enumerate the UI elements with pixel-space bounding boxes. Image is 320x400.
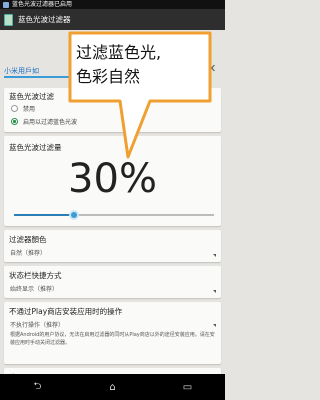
filter-color-value: 自然（推荐）	[10, 250, 47, 257]
callout-line-2: 色彩自然	[76, 67, 141, 86]
status-bar: 蓝色光波过滤器已启用	[0, 0, 225, 9]
back-icon[interactable]: ⮌	[23, 379, 53, 396]
slider-thumb[interactable]	[69, 210, 79, 220]
play-install-value: 不执行操作（推荐）	[10, 322, 65, 329]
radio-label-disable: 禁用	[23, 106, 36, 113]
shortcut-title: 状态栏快捷方式	[9, 271, 62, 280]
dropdown-arrow-icon	[213, 324, 216, 327]
status-notification-text: 蓝色光波过滤器已启用	[12, 1, 73, 8]
dropdown-arrow-icon	[213, 290, 216, 293]
play-install-title: 不通过Play商店安装应用时的操作	[9, 307, 123, 316]
shortcut-value: 始终显示（推荐）	[10, 286, 59, 293]
notification-icon	[3, 1, 9, 8]
filter-toggle-title: 蓝色光波过滤	[9, 92, 54, 101]
filter-color-card[interactable]: 过滤器顏色 自然（推荐）	[4, 230, 221, 262]
banner-link[interactable]: 小米用戶如	[4, 66, 39, 76]
title-bar: 蓝色光波过滤器	[0, 9, 225, 30]
play-install-card[interactable]: 不通过Play商店安装应用时的操作 不执行操作（推荐） 根据Android的用户…	[4, 302, 221, 364]
radio-option-disable[interactable]: 禁用	[11, 104, 35, 113]
home-icon[interactable]: ⌂	[98, 382, 128, 393]
filter-color-title: 过滤器顏色	[9, 235, 47, 244]
radio-button-disable[interactable]	[11, 105, 18, 112]
callout-bubble: 过滤蓝色光, 色彩自然	[66, 31, 214, 161]
play-install-description: 根据Android的用户协议，无法在启用过滤器的同时从Play商店以外的途径安装…	[10, 332, 215, 346]
app-icon	[4, 13, 13, 26]
shortcut-card[interactable]: 状态栏快捷方式 始终显示（推荐）	[4, 266, 221, 298]
radio-button-enable[interactable]	[11, 118, 18, 125]
recent-apps-icon[interactable]: ▭	[173, 382, 203, 393]
navigation-bar: ⮌ ⌂ ▭	[0, 374, 225, 400]
dropdown-arrow-icon	[213, 254, 216, 257]
filter-amount-title: 蓝色光波过滤量	[9, 143, 62, 152]
app-title: 蓝色光波过滤器	[18, 15, 71, 24]
callout-line-1: 过滤蓝色光,	[76, 43, 162, 62]
slider-fill	[14, 214, 74, 216]
filter-amount-value: 30%	[68, 156, 157, 202]
callout-text: 过滤蓝色光, 色彩自然	[76, 41, 161, 89]
filter-amount-slider[interactable]	[14, 210, 214, 220]
